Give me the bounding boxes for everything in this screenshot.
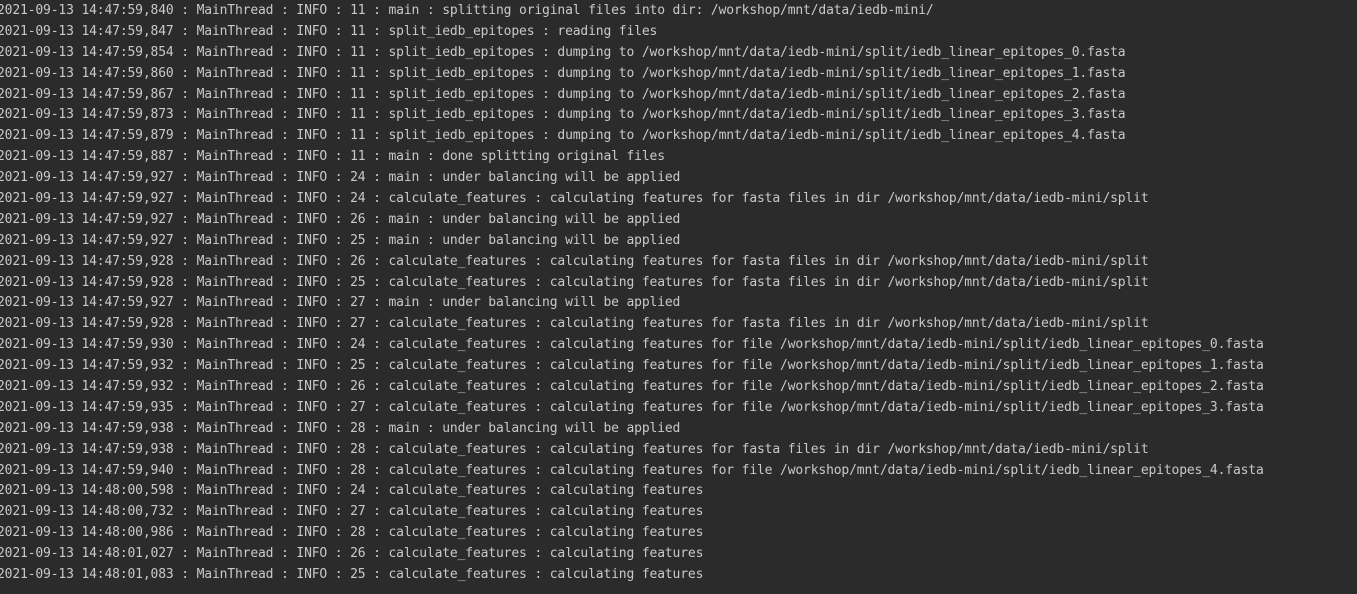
log-line: 2021-09-13 14:47:59,928 : MainThread : I… bbox=[0, 253, 1149, 269]
log-line: 2021-09-13 14:47:59,873 : MainThread : I… bbox=[0, 107, 1126, 123]
log-line: 2021-09-13 14:48:00,986 : MainThread : I… bbox=[0, 525, 704, 541]
log-line: 2021-09-13 14:47:59,854 : MainThread : I… bbox=[0, 44, 1126, 60]
log-line: 2021-09-13 14:47:59,938 : MainThread : I… bbox=[0, 441, 1149, 457]
console-output[interactable]: 2021-09-13 14:47:59,840 : MainThread : I… bbox=[0, 0, 1357, 594]
log-line: 2021-09-13 14:47:59,860 : MainThread : I… bbox=[0, 65, 1126, 81]
log-line: 2021-09-13 14:48:00,732 : MainThread : I… bbox=[0, 504, 704, 520]
log-line: 2021-09-13 14:47:59,879 : MainThread : I… bbox=[0, 128, 1126, 144]
log-line: 2021-09-13 14:47:59,935 : MainThread : I… bbox=[0, 399, 1264, 415]
log-line: 2021-09-13 14:48:00,598 : MainThread : I… bbox=[0, 483, 704, 499]
log-line: 2021-09-13 14:47:59,867 : MainThread : I… bbox=[0, 86, 1126, 102]
log-line: 2021-09-13 14:47:59,927 : MainThread : I… bbox=[0, 211, 681, 227]
log-line: 2021-09-13 14:47:59,928 : MainThread : I… bbox=[0, 316, 1149, 332]
log-line: 2021-09-13 14:47:59,940 : MainThread : I… bbox=[0, 462, 1264, 478]
log-line: 2021-09-13 14:48:01,027 : MainThread : I… bbox=[0, 546, 704, 562]
log-line: 2021-09-13 14:47:59,927 : MainThread : I… bbox=[0, 232, 681, 248]
log-line: 2021-09-13 14:47:59,927 : MainThread : I… bbox=[0, 170, 681, 186]
log-line: 2021-09-13 14:47:59,928 : MainThread : I… bbox=[0, 274, 1149, 290]
log-line: 2021-09-13 14:47:59,840 : MainThread : I… bbox=[0, 3, 934, 18]
log-line: 2021-09-13 14:47:59,887 : MainThread : I… bbox=[0, 149, 665, 165]
log-line: 2021-09-13 14:47:59,927 : MainThread : I… bbox=[0, 295, 681, 311]
log-line: 2021-09-13 14:47:59,930 : MainThread : I… bbox=[0, 337, 1264, 353]
log-line: 2021-09-13 14:47:59,847 : MainThread : I… bbox=[0, 23, 658, 39]
log-line: 2021-09-13 14:47:59,938 : MainThread : I… bbox=[0, 420, 681, 436]
log-line: 2021-09-13 14:47:59,932 : MainThread : I… bbox=[0, 379, 1264, 395]
log-line: 2021-09-13 14:47:59,932 : MainThread : I… bbox=[0, 358, 1264, 374]
log-line: 2021-09-13 14:48:01,083 : MainThread : I… bbox=[0, 567, 704, 583]
log-line: 2021-09-13 14:47:59,927 : MainThread : I… bbox=[0, 191, 1149, 207]
